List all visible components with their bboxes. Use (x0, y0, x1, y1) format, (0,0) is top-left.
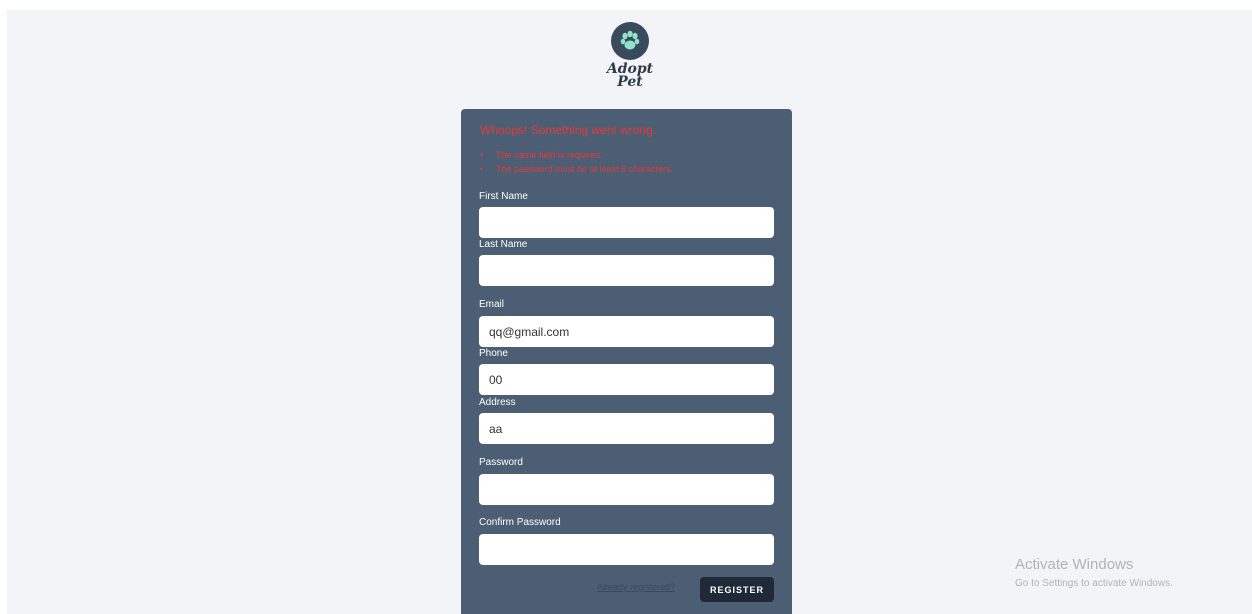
first-name-label: First Name (479, 191, 528, 202)
last-name-label: Last Name (479, 239, 528, 250)
confirm-password-label: Confirm Password (479, 517, 561, 528)
last-name-input[interactable] (479, 255, 774, 286)
phone-label: Phone (479, 348, 508, 359)
password-input[interactable] (479, 474, 774, 505)
already-registered-link[interactable]: Already registered? (597, 582, 675, 592)
watermark-title: Activate Windows (1015, 556, 1134, 573)
watermark-subtitle: Go to Settings to activate Windows. (1015, 578, 1173, 589)
error-item: The name field is required. (480, 148, 673, 162)
confirm-password-input[interactable] (479, 534, 774, 565)
first-name-input[interactable] (479, 207, 774, 238)
brand-logo[interactable]: Adopt Pet (598, 22, 662, 89)
paw-icon (611, 22, 649, 60)
error-item: The password must be at least 8 characte… (480, 162, 673, 176)
windows-activation-watermark: Activate Windows Go to Settings to activ… (1015, 556, 1173, 589)
address-input[interactable]: aa (479, 413, 774, 444)
password-label: Password (479, 457, 523, 468)
phone-input[interactable]: 00 (479, 364, 774, 395)
email-input[interactable]: qq@gmail.com (479, 316, 774, 347)
brand-line-2: Pet (617, 74, 643, 90)
error-title: Whoops! Something went wrong. (480, 123, 657, 137)
email-label: Email (479, 299, 505, 310)
error-list: The name field is required. The password… (480, 148, 673, 176)
register-card: Whoops! Something went wrong. The name f… (461, 109, 792, 614)
address-label: Address (479, 397, 516, 408)
register-button[interactable]: REGISTER (700, 577, 774, 602)
brand-name: Adopt Pet (598, 62, 662, 90)
